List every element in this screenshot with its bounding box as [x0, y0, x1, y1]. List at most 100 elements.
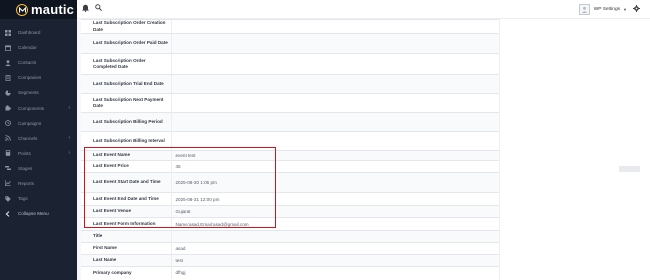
field-label: Last Event Venue	[81, 205, 171, 218]
sidebar-item-label: Calendar	[18, 45, 37, 51]
field-value: event test	[170, 150, 499, 161]
sidebar-item-label: Reports	[18, 180, 35, 186]
puzzle-icon	[4, 104, 12, 112]
tag-icon	[4, 195, 12, 203]
field-label: Last Name	[81, 254, 171, 267]
logo-text: mautic	[31, 2, 75, 17]
field-value: Gujarat	[170, 205, 499, 218]
grid-icon	[4, 29, 12, 37]
field-value	[170, 93, 499, 113]
sidebar-item-label: Components	[18, 105, 45, 111]
chevron-down-icon: ▼	[623, 6, 627, 12]
user-name: WP Settings	[593, 6, 621, 12]
table-row: Last Subscription Order Paid Date	[81, 33, 499, 54]
table-row: Last Subscription Order Creation Date	[81, 19, 499, 34]
sidebar: mautic Dashboard Calendar Contacts Compa…	[0, 0, 77, 280]
sidebar-item-label: Points	[18, 150, 31, 156]
field-value: asad	[170, 242, 499, 255]
field-label: Last Event Price	[81, 160, 171, 173]
sidebar-nav: Dashboard Calendar Contacts Companies Se…	[0, 19, 77, 221]
sidebar-item-label: Campaigns	[18, 120, 42, 126]
pie-icon	[4, 89, 12, 97]
field-value	[170, 74, 499, 94]
calculator-icon	[4, 149, 12, 157]
contact-fields-table: Last Subscription Order Creation Date La…	[81, 19, 499, 279]
field-label: Last Event Start Date and Time	[81, 172, 171, 193]
logo[interactable]: mautic	[0, 0, 77, 19]
field-value: dfhgj	[170, 266, 499, 279]
field-value	[170, 33, 499, 54]
sidebar-item-collapse-menu[interactable]: Collapse Menu	[0, 206, 77, 221]
calendar-icon	[4, 44, 12, 52]
sidebar-item-calendar[interactable]: Calendar	[0, 40, 77, 55]
stages-icon	[4, 164, 12, 172]
table-row: First Name asad	[81, 242, 499, 255]
sidebar-item-tags[interactable]: Tags	[0, 191, 77, 206]
field-label: Title	[81, 230, 171, 243]
sidebar-item-label: Tags	[18, 196, 28, 202]
clock-icon	[4, 119, 12, 127]
building-icon	[4, 74, 12, 82]
search-icon[interactable]	[95, 4, 102, 13]
field-value: 2025-08-31 12:00 pm	[170, 192, 499, 206]
topbar: WP Settings ▼	[77, 0, 650, 19]
mautic-logo-icon	[16, 3, 28, 16]
sidebar-item-label: Contacts	[18, 60, 37, 66]
user-icon	[4, 59, 12, 67]
sidebar-item-channels[interactable]: Channels ›	[0, 131, 77, 146]
field-label: Last Event End Date and Time	[81, 192, 171, 206]
main-content: Last Subscription Order Creation Date La…	[77, 19, 650, 280]
app-root: mautic Dashboard Calendar Contacts Compa…	[0, 0, 650, 280]
table-row: Last Subscription Billing Interval	[81, 131, 499, 151]
sidebar-item-dashboard[interactable]: Dashboard	[0, 25, 77, 40]
chevron-right-icon: ›	[68, 150, 70, 157]
field-value	[170, 230, 499, 243]
table-row: Last Subscription Next Payment Date	[81, 93, 499, 113]
gear-icon[interactable]	[633, 4, 640, 14]
field-label: Last Subscription Trial End Date	[81, 74, 171, 94]
sidebar-item-points[interactable]: Points ›	[0, 146, 77, 161]
rss-icon	[4, 134, 12, 142]
field-label: Primary company	[81, 266, 171, 279]
field-value: 2025-08-30 1:05 pm	[170, 172, 499, 193]
sidebar-item-reports[interactable]: Reports	[0, 176, 77, 191]
sidebar-item-segments[interactable]: Segments	[0, 85, 77, 100]
table-row: Last Subscription Order Completed Date	[81, 53, 499, 75]
sidebar-item-components[interactable]: Components ›	[0, 100, 77, 115]
table-row: Title	[81, 230, 499, 243]
field-label: Last Subscription Order Paid Date	[81, 33, 171, 54]
sidebar-item-label: Segments	[18, 90, 39, 96]
collapse-arrow-icon	[4, 210, 12, 218]
table-row: Last Name test	[81, 254, 499, 267]
sidebar-item-stages[interactable]: Stages	[0, 161, 77, 176]
sidebar-item-label: Stages	[18, 165, 33, 171]
chart-icon	[4, 179, 12, 187]
sidebar-item-label: Dashboard	[18, 30, 41, 36]
field-label: Last Subscription Billing Period	[81, 112, 171, 132]
field-label: Last Subscription Order Creation Date	[81, 19, 171, 34]
chevron-right-icon: ›	[68, 105, 70, 112]
right-column	[499, 19, 650, 280]
sidebar-item-campaigns[interactable]: Campaigns	[0, 116, 77, 131]
table-row: Last Subscription Trial End Date	[81, 74, 499, 94]
table-row: Last Event Name event test	[81, 150, 499, 161]
bell-icon[interactable]	[82, 4, 89, 14]
table-row: Last Event Start Date and Time 2025-08-30…	[81, 172, 499, 193]
user-menu[interactable]: WP Settings ▼	[578, 3, 640, 15]
table-row: Last Subscription Billing Period	[81, 112, 499, 132]
sidebar-item-contacts[interactable]: Contacts	[0, 55, 77, 70]
table-row: Last Event Form Information Name:asad,Ema…	[81, 217, 499, 231]
field-label: Last Event Form Information	[81, 217, 171, 231]
table-row: Last Event End Date and Time 2025-08-31 1…	[81, 192, 499, 206]
field-value	[170, 19, 499, 34]
table-row: Last Event Venue Gujarat	[81, 205, 499, 218]
field-label: First Name	[81, 242, 171, 255]
field-value: Name:asad,Email:asad@gmail.com	[170, 217, 499, 231]
faded-button[interactable]	[619, 166, 640, 172]
field-value: 45	[170, 160, 499, 173]
sidebar-item-companies[interactable]: Companies	[0, 70, 77, 85]
sidebar-item-label: Companies	[18, 75, 42, 81]
field-value: test	[170, 254, 499, 267]
field-value	[170, 112, 499, 132]
avatar	[578, 3, 590, 15]
